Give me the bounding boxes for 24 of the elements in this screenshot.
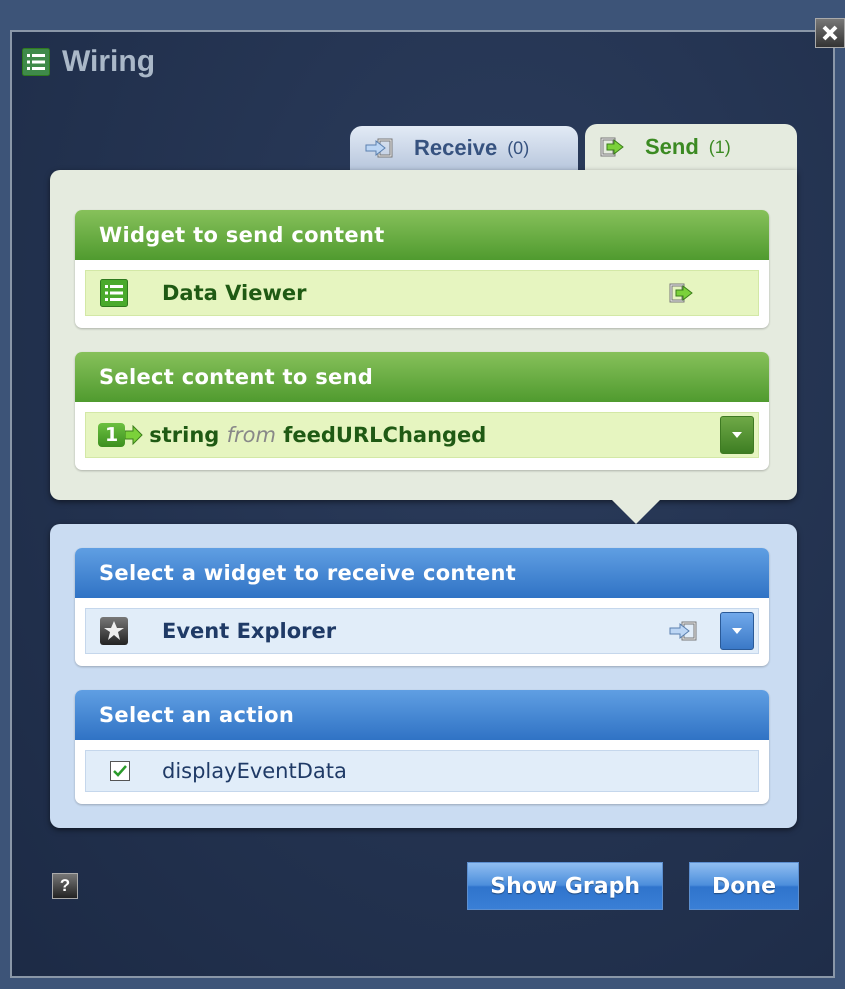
section-header: Widget to send content — [75, 210, 769, 260]
send-icon — [668, 282, 694, 304]
window-title: Wiring — [62, 45, 156, 79]
content-label: string from feedURLChanged — [149, 423, 488, 447]
list-icon — [100, 279, 128, 307]
action-row[interactable]: displayEventData — [85, 750, 759, 792]
close-button[interactable] — [815, 18, 845, 48]
section-header: Select a widget to receive content — [75, 548, 769, 598]
send-icon — [599, 136, 625, 158]
checkbox[interactable] — [110, 761, 130, 781]
dialog-button[interactable]: Done — [689, 862, 799, 910]
help-button[interactable]: ? — [52, 873, 78, 899]
receive-icon — [364, 137, 394, 159]
content-dropdown[interactable]: 1 string from feedURLChanged — [85, 412, 759, 458]
list-icon — [22, 48, 50, 76]
dialog-button[interactable]: Show Graph — [467, 862, 664, 910]
widget-dropdown[interactable]: Event Explorer — [85, 608, 759, 654]
widget-row[interactable]: Data Viewer — [85, 270, 759, 316]
tab[interactable]: Receive (0) — [350, 126, 578, 170]
close-icon — [821, 24, 839, 42]
tab[interactable]: Send (1) — [585, 124, 797, 170]
receive-icon — [668, 620, 698, 642]
section-header: Select content to send — [75, 352, 769, 402]
section-header: Select an action — [75, 690, 769, 740]
